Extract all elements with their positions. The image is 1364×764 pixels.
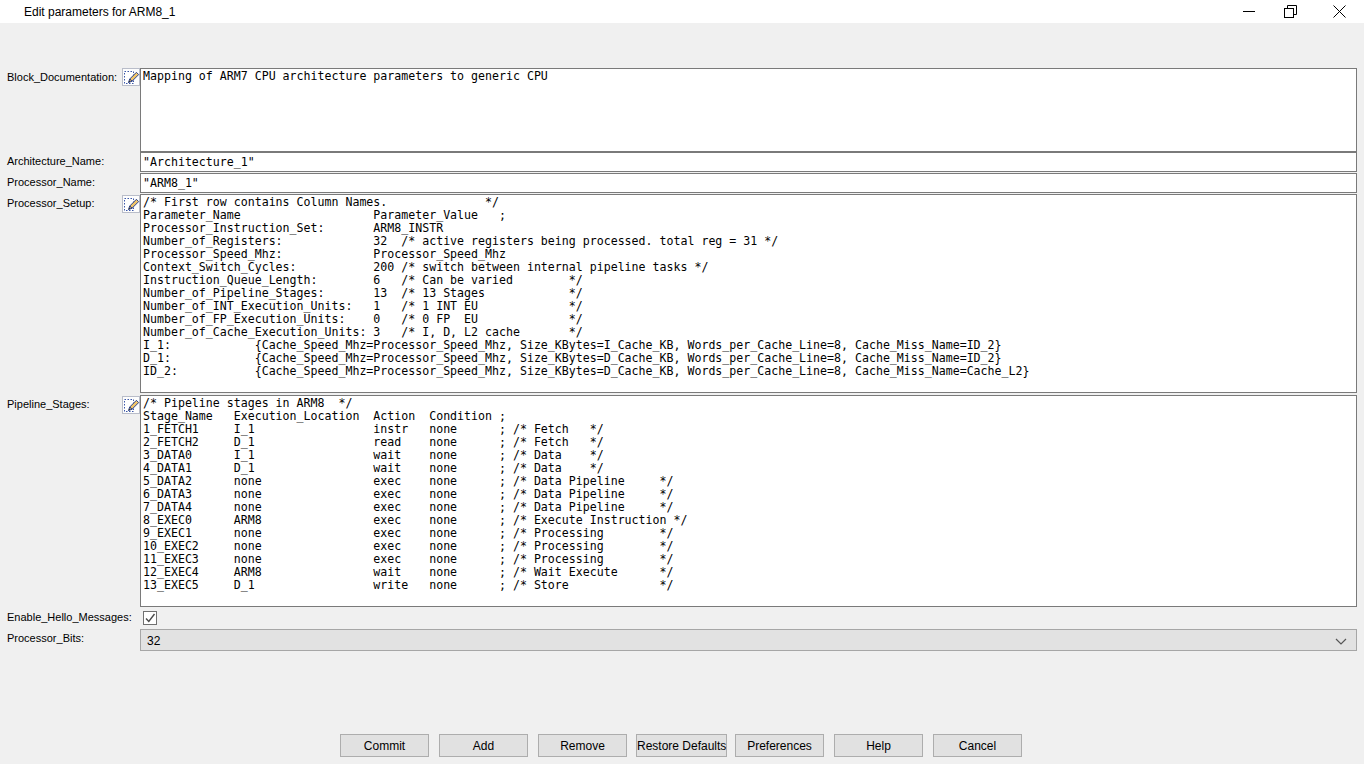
minimize-icon: [1226, 0, 1271, 23]
block-documentation-label: Block_Documentation:: [7, 71, 117, 83]
pipeline-stages-label: Pipeline_Stages:: [7, 398, 90, 410]
edit-icon: [123, 397, 140, 414]
architecture-name-input[interactable]: [140, 152, 1357, 172]
cancel-button[interactable]: Cancel: [933, 734, 1022, 757]
window-title: Edit parameters for ARM8_1: [24, 5, 175, 19]
restore-icon: [1268, 0, 1313, 23]
processor-setup-textarea[interactable]: /* First row contains Column Names. */ P…: [140, 194, 1357, 393]
processor-setup-label: Processor_Setup:: [7, 197, 94, 209]
pipeline-stages-edit-button[interactable]: [122, 396, 140, 414]
edit-icon: [123, 196, 140, 213]
chevron-down-icon: [1335, 638, 1347, 645]
processor-bits-label: Processor_Bits:: [7, 632, 84, 644]
pipeline-stages-textarea[interactable]: /* Pipeline stages in ARM8 */ Stage_Name…: [140, 395, 1357, 607]
processor-bits-value: 32: [147, 634, 160, 648]
help-button[interactable]: Help: [834, 734, 923, 757]
minimize-button[interactable]: [1226, 0, 1271, 23]
checkmark-icon: [144, 612, 156, 624]
enable-hello-messages-label: Enable_Hello_Messages:: [7, 611, 132, 623]
processor-name-input[interactable]: [140, 173, 1357, 193]
close-button[interactable]: [1317, 0, 1362, 23]
enable-hello-messages-checkbox[interactable]: [143, 611, 157, 625]
restore-defaults-button[interactable]: Restore Defaults: [636, 734, 727, 757]
close-icon: [1317, 0, 1362, 23]
commit-button[interactable]: Commit: [340, 734, 429, 757]
processor-setup-edit-button[interactable]: [122, 195, 140, 213]
block-documentation-textarea[interactable]: Mapping of ARM7 CPU architecture paramet…: [140, 68, 1357, 152]
processor-bits-dropdown[interactable]: 32: [140, 629, 1357, 651]
title-bar: Edit parameters for ARM8_1: [0, 0, 1364, 23]
maximize-restore-button[interactable]: [1268, 0, 1313, 23]
architecture-name-label: Architecture_Name:: [7, 155, 104, 167]
processor-name-label: Processor_Name:: [7, 176, 95, 188]
edit-icon: [123, 69, 140, 86]
preferences-button[interactable]: Preferences: [735, 734, 824, 757]
add-button[interactable]: Add: [439, 734, 528, 757]
block-documentation-edit-button[interactable]: [122, 68, 140, 86]
remove-button[interactable]: Remove: [538, 734, 627, 757]
